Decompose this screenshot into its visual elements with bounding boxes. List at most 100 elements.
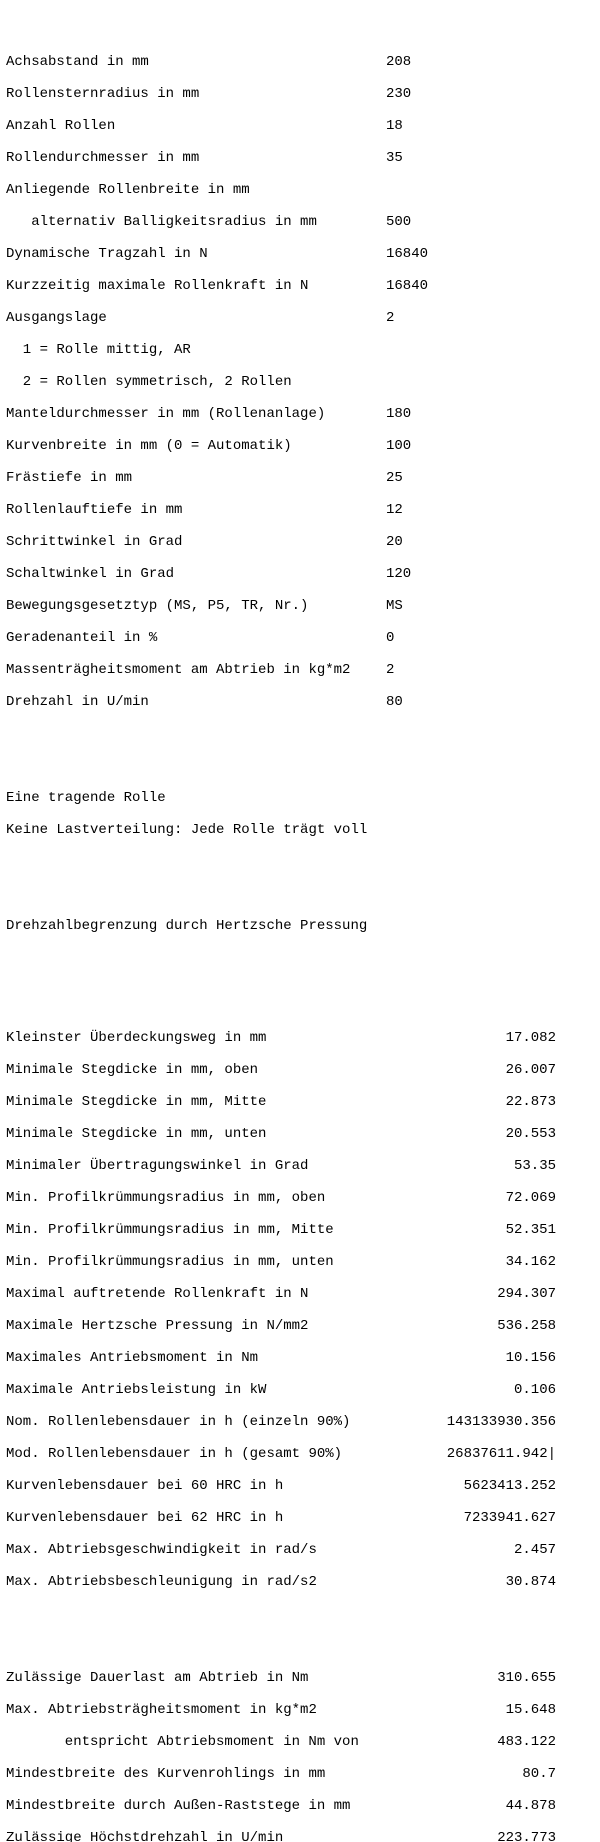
label: Schaltwinkel in Grad xyxy=(6,566,386,582)
note-line: Drehzahlbegrenzung durch Hertzsche Press… xyxy=(6,918,594,934)
input-row: Bewegungsgesetztyp (MS, P5, TR, Nr.)MS xyxy=(6,598,594,614)
value: 223.773 xyxy=(436,1830,556,1842)
blank-line xyxy=(6,870,594,886)
input-row: Rollenlauftiefe in mm12 xyxy=(6,502,594,518)
label: Kurvenlebensdauer bei 60 HRC in h xyxy=(6,1478,436,1494)
output-row: Min. Profilkrümmungsradius in mm, unten3… xyxy=(6,1254,594,1270)
output-row: Min. Profilkrümmungsradius in mm, Mitte5… xyxy=(6,1222,594,1238)
value: 10.156 xyxy=(436,1350,556,1366)
label: Anliegende Rollenbreite in mm xyxy=(6,182,386,198)
input-row: Dynamische Tragzahl in N16840 xyxy=(6,246,594,262)
value: 5623413.252 xyxy=(436,1478,556,1494)
output-row: entspricht Abtriebsmoment in Nm von483.1… xyxy=(6,1734,594,1750)
label: Maximales Antriebsmoment in Nm xyxy=(6,1350,436,1366)
label: Max. Abtriebsbeschleunigung in rad/s2 xyxy=(6,1574,436,1590)
input-row: Achsabstand in mm208 xyxy=(6,54,594,70)
label: Min. Profilkrümmungsradius in mm, Mitte xyxy=(6,1222,436,1238)
input-row: alternativ Balligkeitsradius in mm 500 xyxy=(6,214,594,230)
output-row: Kleinster Überdeckungsweg in mm17.082 xyxy=(6,1030,594,1046)
label: Geradenanteil in % xyxy=(6,630,386,646)
label: Frästiefe in mm xyxy=(6,470,386,486)
note-line: Eine tragende Rolle xyxy=(6,790,594,806)
value: 500 xyxy=(386,214,411,230)
label: Max. Abtriebsträgheitsmoment in kg*m2 xyxy=(6,1702,436,1718)
output-row: Mindestbreite des Kurvenrohlings in mm80… xyxy=(6,1766,594,1782)
label: Bewegungsgesetztyp (MS, P5, TR, Nr.) xyxy=(6,598,386,614)
value: 12 xyxy=(386,502,403,518)
value: 34.162 xyxy=(436,1254,556,1270)
label: Achsabstand in mm xyxy=(6,54,386,70)
report-page: Achsabstand in mm208 Rollensternradius i… xyxy=(0,0,600,1842)
label: Zulässige Höchstdrehzahl in U/min xyxy=(6,1830,436,1842)
label: Kurvenlebensdauer bei 62 HRC in h xyxy=(6,1510,436,1526)
value: 536.258 xyxy=(436,1318,556,1334)
value: 143133930.356 xyxy=(436,1414,556,1430)
label: Drehzahl in U/min xyxy=(6,694,386,710)
label: Zulässige Dauerlast am Abtrieb in Nm xyxy=(6,1670,436,1686)
output-row: Nom. Rollenlebensdauer in h (einzeln 90%… xyxy=(6,1414,594,1430)
value: 30.874 xyxy=(436,1574,556,1590)
value: 20 xyxy=(386,534,403,550)
label: Mindestbreite des Kurvenrohlings in mm xyxy=(6,1766,436,1782)
value: 2.457 xyxy=(436,1542,556,1558)
label: Rollendurchmesser in mm xyxy=(6,150,386,166)
label: Ausgangslage xyxy=(6,310,386,326)
value: 26837611.942| xyxy=(436,1446,556,1462)
output-row: Zulässige Dauerlast am Abtrieb in Nm310.… xyxy=(6,1670,594,1686)
label: Kleinster Überdeckungsweg in mm xyxy=(6,1030,436,1046)
value: 180 xyxy=(386,406,411,422)
value: 22.873 xyxy=(436,1094,556,1110)
label: Manteldurchmesser in mm (Rollenanlage) xyxy=(6,406,386,422)
output-row: Max. Abtriebsbeschleunigung in rad/s230.… xyxy=(6,1574,594,1590)
label: Schrittwinkel in Grad xyxy=(6,534,386,550)
value: 100 xyxy=(386,438,411,454)
label: entspricht Abtriebsmoment in Nm von xyxy=(65,1734,359,1750)
label: Nom. Rollenlebensdauer in h (einzeln 90%… xyxy=(6,1414,436,1430)
output-row: Kurvenlebensdauer bei 60 HRC in h5623413… xyxy=(6,1478,594,1494)
value: 17.082 xyxy=(436,1030,556,1046)
input-row: Anzahl Rollen18 xyxy=(6,118,594,134)
label: Rollensternradius in mm xyxy=(6,86,386,102)
value: 208 xyxy=(386,54,411,70)
output-row: Minimale Stegdicke in mm, unten20.553 xyxy=(6,1126,594,1142)
value: 35 xyxy=(386,150,403,166)
label: Mod. Rollenlebensdauer in h (gesamt 90%) xyxy=(6,1446,436,1462)
value: 2 xyxy=(386,310,394,326)
value: 26.007 xyxy=(436,1062,556,1078)
label: Maximal auftretende Rollenkraft in N xyxy=(6,1286,436,1302)
label: alternativ Balligkeitsradius in mm xyxy=(31,214,317,230)
value: 53.35 xyxy=(436,1158,556,1174)
label: Maximale Hertzsche Pressung in N/mm2 xyxy=(6,1318,436,1334)
value: 2 xyxy=(386,662,394,678)
blank-line xyxy=(6,966,594,982)
value: 16840 xyxy=(386,246,428,262)
output-row: Max. Abtriebsträgheitsmoment in kg*m215.… xyxy=(6,1702,594,1718)
input-row: Geradenanteil in %0 xyxy=(6,630,594,646)
input-option: 2 = Rollen symmetrisch, 2 Rollen xyxy=(23,374,594,390)
value: 0 xyxy=(386,630,394,646)
input-row: Rollendurchmesser in mm35 xyxy=(6,150,594,166)
value: 0.106 xyxy=(436,1382,556,1398)
value: 80.7 xyxy=(436,1766,556,1782)
blank-line xyxy=(6,1622,594,1638)
label: Min. Profilkrümmungsradius in mm, oben xyxy=(6,1190,436,1206)
value: 310.655 xyxy=(436,1670,556,1686)
output-row: Minimaler Übertragungswinkel in Grad53.3… xyxy=(6,1158,594,1174)
label: Maximale Antriebsleistung in kW xyxy=(6,1382,436,1398)
label: Min. Profilkrümmungsradius in mm, unten xyxy=(6,1254,436,1270)
output-row: Zulässige Höchstdrehzahl in U/min223.773 xyxy=(6,1830,594,1842)
output-row: Min. Profilkrümmungsradius in mm, oben72… xyxy=(6,1190,594,1206)
input-row: Schrittwinkel in Grad20 xyxy=(6,534,594,550)
input-row: Manteldurchmesser in mm (Rollenanlage)18… xyxy=(6,406,594,422)
output-row: Maximal auftretende Rollenkraft in N294.… xyxy=(6,1286,594,1302)
output-row: Mindestbreite durch Außen-Raststege in m… xyxy=(6,1798,594,1814)
label: Max. Abtriebsgeschwindigkeit in rad/s xyxy=(6,1542,436,1558)
label: Kurvenbreite in mm (0 = Automatik) xyxy=(6,438,386,454)
input-row: Massenträgheitsmoment am Abtrieb in kg*m… xyxy=(6,662,594,678)
value: 120 xyxy=(386,566,411,582)
output-row: Maximales Antriebsmoment in Nm10.156 xyxy=(6,1350,594,1366)
value: 52.351 xyxy=(436,1222,556,1238)
input-row: Kurvenbreite in mm (0 = Automatik)100 xyxy=(6,438,594,454)
value: 15.648 xyxy=(436,1702,556,1718)
label: Rollenlauftiefe in mm xyxy=(6,502,386,518)
